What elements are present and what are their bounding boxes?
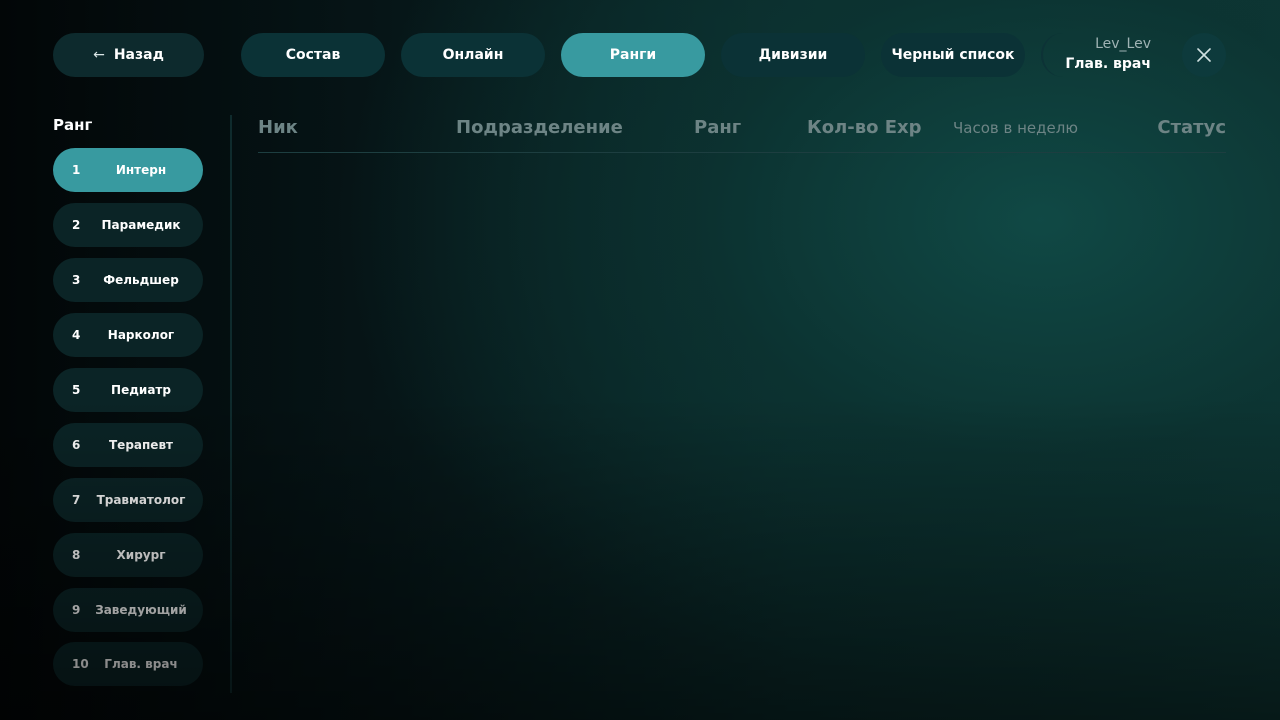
rank-item-4[interactable]: 4 Нарколог — [53, 313, 203, 357]
column-header-status: Статус — [1157, 117, 1226, 138]
tab-sostav[interactable]: Состав — [241, 33, 385, 77]
column-header-exp: Кол-во Exp — [807, 117, 922, 138]
tab-label: Онлайн — [442, 47, 504, 63]
rank-label: Глав. врач — [104, 657, 178, 671]
sidebar-divider — [230, 115, 232, 693]
tab-divisions[interactable]: Дивизии — [721, 33, 865, 77]
sidebar-title: Ранг — [53, 116, 93, 134]
tab-online[interactable]: Онлайн — [401, 33, 545, 77]
rank-item-2[interactable]: 2 Парамедик — [53, 203, 203, 247]
rank-label: Фельдшер — [103, 273, 179, 287]
back-button-label: Назад — [113, 47, 164, 63]
arrow-left-icon: ← — [93, 47, 105, 63]
rank-label: Заведующий — [95, 603, 187, 617]
rank-label: Терапевт — [109, 438, 173, 452]
rank-item-5[interactable]: 5 Педиатр — [53, 368, 203, 412]
close-button[interactable] — [1182, 33, 1226, 77]
rank-label: Хирург — [116, 548, 166, 562]
rank-item-10[interactable]: 10 Глав. врач — [53, 642, 203, 686]
back-button[interactable]: ← Назад — [53, 33, 204, 77]
column-header-nick: Ник — [258, 117, 298, 138]
rank-label: Педиатр — [111, 383, 171, 397]
column-header-subdivision: Подразделение — [456, 117, 623, 138]
rank-item-3[interactable]: 3 Фельдшер — [53, 258, 203, 302]
column-header-hours: Часов в неделю — [953, 119, 1078, 137]
rank-item-8[interactable]: 8 Хирург — [53, 533, 203, 577]
user-info: Lev_Lev Глав. врач — [1041, 33, 1159, 77]
table-header-divider — [258, 152, 1226, 153]
rank-item-1[interactable]: 1 Интерн — [53, 148, 203, 192]
rank-label: Нарколог — [107, 328, 175, 342]
user-name: Lev_Lev — [1095, 36, 1151, 52]
rank-label: Интерн — [115, 163, 167, 177]
tab-ranks[interactable]: Ранги — [561, 33, 705, 77]
tab-label: Состав — [285, 47, 341, 63]
rank-label: Парамедик — [101, 218, 181, 232]
tab-label: Дивизии — [758, 47, 828, 63]
tab-label: Ранги — [609, 47, 657, 63]
user-rank: Глав. врач — [1065, 56, 1151, 72]
tab-blacklist[interactable]: Черный список — [881, 33, 1025, 77]
rank-item-9[interactable]: 9 Заведующий — [53, 588, 203, 632]
close-icon — [1197, 48, 1211, 62]
tab-label: Черный список — [891, 47, 1015, 63]
column-header-rank: Ранг — [694, 117, 742, 138]
rank-label: Травматолог — [96, 493, 186, 507]
rank-item-7[interactable]: 7 Травматолог — [53, 478, 203, 522]
rank-item-6[interactable]: 6 Терапевт — [53, 423, 203, 467]
